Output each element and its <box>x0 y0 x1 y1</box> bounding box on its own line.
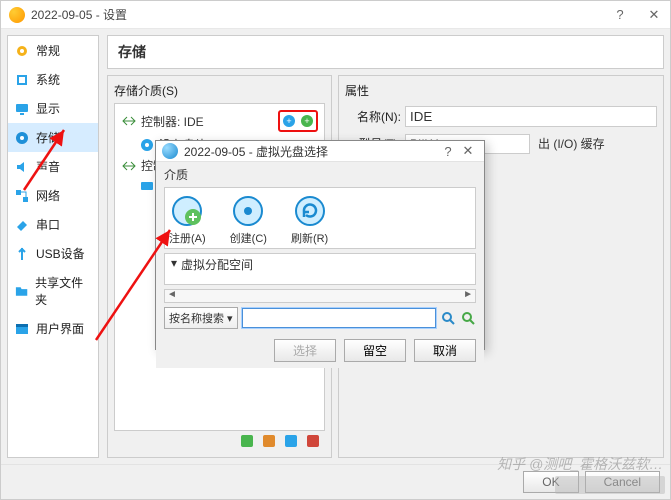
list-heading: 虚拟分配空间 <box>181 256 253 273</box>
register-icon <box>170 194 204 228</box>
search-row: 按名称搜索▾ <box>164 307 476 329</box>
modal-close-button[interactable]: ✕ <box>458 141 478 161</box>
add-hdd-icon[interactable]: + <box>299 113 315 129</box>
modal-toolbar: 注册(A) 创建(C) 刷新(R) <box>164 187 476 249</box>
media-list[interactable]: ▾ 虚拟分配空间 <box>164 253 476 285</box>
chip-icon <box>14 72 30 88</box>
tree-toolbar <box>114 431 325 451</box>
create-icon <box>231 194 265 228</box>
close-button[interactable]: ✕ <box>644 5 664 25</box>
sidebar-item-usb[interactable]: USB设备 <box>8 239 98 268</box>
remove-controller-icon[interactable] <box>261 433 277 449</box>
controller-icon <box>121 113 137 129</box>
network-icon <box>14 188 30 204</box>
category-sidebar: 常规 系统 显示 存储 声音 网络 串口 USB设备 共享文件夹 用户界面 <box>7 35 99 458</box>
chevron-down-icon[interactable]: ▾ <box>171 256 177 270</box>
add-optical-icon[interactable]: + <box>281 113 297 129</box>
modal-cancel-button[interactable]: 取消 <box>414 339 476 362</box>
help-button[interactable]: ? <box>610 5 630 25</box>
attributes-title: 属性 <box>345 80 657 103</box>
sidebar-item-serial[interactable]: 串口 <box>8 210 98 239</box>
section-header: 存储 <box>107 35 664 69</box>
controller-ide[interactable]: 控制器: IDE + + <box>117 108 322 134</box>
folder-icon <box>14 283 29 299</box>
modal-app-icon <box>162 143 178 159</box>
name-input[interactable] <box>405 106 657 127</box>
usb-icon <box>14 246 30 262</box>
sidebar-item-ui[interactable]: 用户界面 <box>8 314 98 343</box>
controller-icon <box>121 158 137 174</box>
optical-disk-selector-dialog: 2022-09-05 - 虚拟光盘选择 ? ✕ 介质 注册(A) 创建(C) 刷… <box>155 140 485 350</box>
sidebar-item-display[interactable]: 显示 <box>8 94 98 123</box>
ui-icon <box>14 321 30 337</box>
modal-button-row: 选择 留空 取消 <box>156 335 484 368</box>
attr-name-row: 名称(N): <box>345 103 657 130</box>
search-icon[interactable] <box>440 310 456 326</box>
chevron-down-icon: ▾ <box>227 312 233 325</box>
modal-title: 2022-09-05 - 虚拟光盘选择 <box>184 143 438 160</box>
disc-icon <box>139 137 155 153</box>
sidebar-item-general[interactable]: 常规 <box>8 36 98 65</box>
search-mode-combo[interactable]: 按名称搜索▾ <box>164 307 238 329</box>
horizontal-scrollbar[interactable] <box>164 289 476 303</box>
sidebar-item-storage[interactable]: 存储 <box>8 123 98 152</box>
serial-icon <box>14 217 30 233</box>
window-title: 2022-09-05 - 设置 <box>31 6 610 23</box>
media-panel-title: 存储介质(S) <box>114 80 325 103</box>
search-input[interactable] <box>242 308 436 328</box>
cancel-button[interactable]: Cancel <box>585 471 660 493</box>
create-action[interactable]: 创建(C) <box>230 194 267 246</box>
svg-text:+: + <box>304 116 309 126</box>
modal-section-label: 介质 <box>164 166 476 183</box>
dialog-button-row: OK Cancel <box>1 464 670 499</box>
gear-icon <box>14 43 30 59</box>
speaker-icon <box>14 159 30 175</box>
sidebar-item-system[interactable]: 系统 <box>8 65 98 94</box>
svg-text:+: + <box>286 116 291 126</box>
sidebar-item-shared[interactable]: 共享文件夹 <box>8 268 98 314</box>
register-action[interactable]: 注册(A) <box>169 194 206 246</box>
add-controller-icon[interactable] <box>239 433 255 449</box>
sidebar-item-network[interactable]: 网络 <box>8 181 98 210</box>
sidebar-item-audio[interactable]: 声音 <box>8 152 98 181</box>
refresh-icon <box>293 194 327 228</box>
refresh-action[interactable]: 刷新(R) <box>291 194 328 246</box>
monitor-icon <box>14 101 30 117</box>
hdd-icon <box>139 178 155 194</box>
disk-icon <box>14 130 30 146</box>
search-next-icon[interactable] <box>460 310 476 326</box>
remove-attach-icon[interactable] <box>305 433 321 449</box>
select-button[interactable]: 选择 <box>274 339 336 362</box>
add-attach-icon[interactable] <box>283 433 299 449</box>
modal-help-button[interactable]: ? <box>438 141 458 161</box>
titlebar: 2022-09-05 - 设置 ? ✕ <box>1 1 670 29</box>
leave-empty-button[interactable]: 留空 <box>344 339 406 362</box>
modal-titlebar: 2022-09-05 - 虚拟光盘选择 ? ✕ <box>156 141 484 162</box>
io-cache-label-partial: 出 (I/O) 缓存 <box>534 133 657 154</box>
ok-button[interactable]: OK <box>523 471 578 493</box>
app-icon <box>9 7 25 23</box>
